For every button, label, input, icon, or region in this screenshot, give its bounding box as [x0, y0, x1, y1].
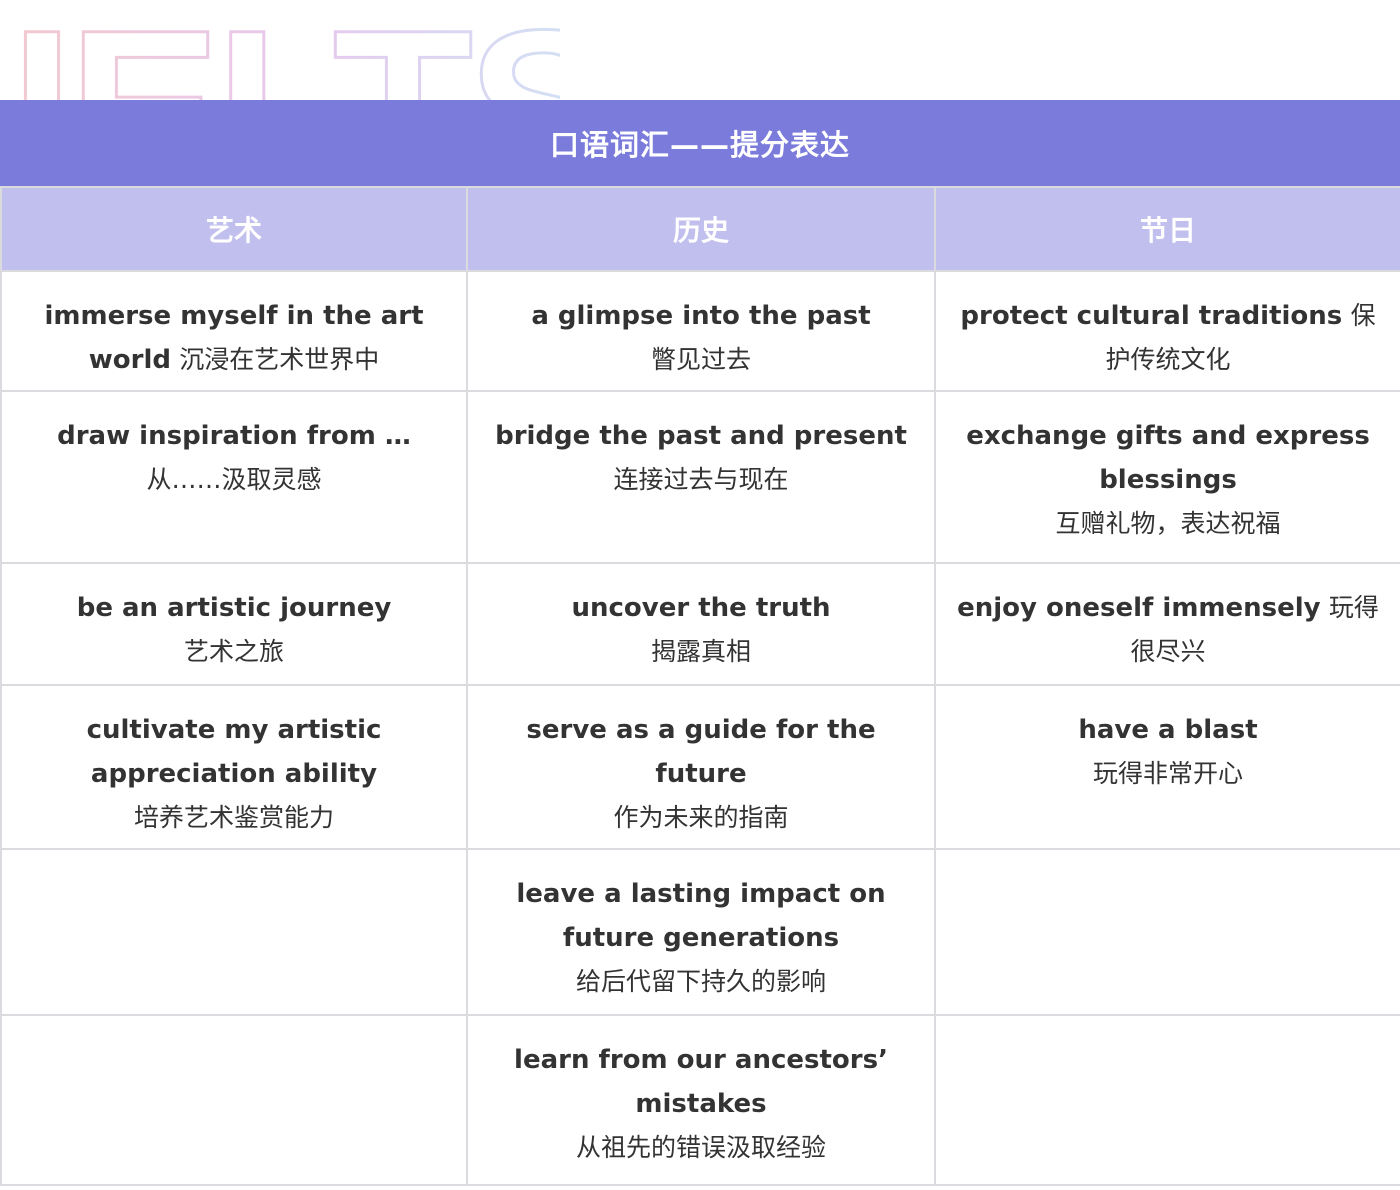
cell-history: a glimpse into the past 瞥见过去: [466, 270, 936, 392]
cell-festival: [934, 848, 1400, 1016]
header-row: 艺术 历史 节日: [0, 186, 1400, 272]
phrase-chinese: 沉浸在艺术世界中: [179, 345, 380, 374]
cell-art: immerse myself in the art world 沉浸在艺术世界中: [0, 270, 468, 392]
column-header-festival: 节日: [934, 186, 1400, 272]
cell-art: draw inspiration from … 从……汲取灵感: [0, 390, 468, 564]
cell-art: be an artistic journey 艺术之旅: [0, 562, 468, 686]
cell-history: leave a lasting impact on future generat…: [466, 848, 936, 1016]
phrase-chinese: 作为未来的指南: [613, 803, 789, 832]
phrase-english: enjoy oneself immensely: [957, 593, 1321, 623]
column-header-art: 艺术: [0, 186, 468, 272]
cell-festival: have a blast 玩得非常开心: [934, 684, 1400, 850]
phrase-english: learn from our ancestors’ mistakes: [514, 1045, 888, 1119]
phrase-english: draw inspiration from …: [57, 421, 411, 451]
phrase-chinese: 瞥见过去: [650, 345, 751, 374]
phrase-english: uncover the truth: [571, 593, 831, 623]
table-row: leave a lasting impact on future generat…: [0, 848, 1400, 1016]
table-row: be an artistic journey 艺术之旅 uncover the tr…: [0, 562, 1400, 686]
cell-festival: [934, 1014, 1400, 1186]
vocabulary-table: 艺术 历史 节日 immerse myself in the art world…: [0, 186, 1400, 1186]
phrase-chinese: 连接过去与现在: [613, 465, 789, 494]
phrase-english: leave a lasting impact on future generat…: [516, 879, 886, 953]
cell-festival: exchange gifts and express blessings 互赠礼物…: [934, 390, 1400, 564]
phrase-english: a glimpse into the past: [531, 301, 871, 331]
phrase-english: bridge the past and present: [495, 421, 907, 451]
ielts-watermark: IELTS: [0, 0, 1400, 100]
cell-festival: protect cultural traditions 保护传统文化: [934, 270, 1400, 392]
phrase-chinese: 从祖先的错误汲取经验: [575, 1133, 826, 1162]
column-header-history: 历史: [466, 186, 936, 272]
cell-art: [0, 1014, 468, 1186]
cell-festival: enjoy oneself immensely 玩得很尽兴: [934, 562, 1400, 686]
cell-history: serve as a guide for the future 作为未来的指南: [466, 684, 936, 850]
phrase-chinese: 给后代留下持久的影响: [575, 967, 826, 996]
watermark-text: IELTS: [10, 0, 560, 100]
title-bar: 口语词汇——提分表达: [0, 100, 1400, 186]
table-row: immerse myself in the art world 沉浸在艺术世界中…: [0, 270, 1400, 392]
phrase-chinese: 艺术之旅: [183, 637, 284, 666]
cell-history: uncover the truth 揭露真相: [466, 562, 936, 686]
phrase-english: serve as a guide for the future: [526, 715, 876, 789]
phrase-english: protect cultural traditions: [960, 301, 1343, 331]
phrase-chinese: 培养艺术鉴赏能力: [133, 803, 334, 832]
cell-art: cultivate my artistic appreciation abili…: [0, 684, 468, 850]
table-row: learn from our ancestors’ mistakes 从祖先的错误…: [0, 1014, 1400, 1186]
phrase-english: have a blast: [1078, 715, 1258, 745]
phrase-chinese: 揭露真相: [650, 637, 751, 666]
page-title: 口语词汇——提分表达: [549, 128, 850, 162]
cell-history: bridge the past and present 连接过去与现在: [466, 390, 936, 564]
phrase-chinese: 从……汲取灵感: [146, 465, 322, 494]
phrase-english: cultivate my artistic appreciation abili…: [86, 715, 382, 789]
cell-art: [0, 848, 468, 1016]
phrase-chinese: 互赠礼物，表达祝福: [1055, 509, 1281, 538]
phrase-english: be an artistic journey: [76, 593, 392, 623]
cell-history: learn from our ancestors’ mistakes 从祖先的错误…: [466, 1014, 936, 1186]
table-row: draw inspiration from … 从……汲取灵感 bridge the…: [0, 390, 1400, 564]
phrase-english: exchange gifts and express blessings: [966, 421, 1370, 495]
phrase-chinese: 玩得非常开心: [1092, 759, 1243, 788]
table-row: cultivate my artistic appreciation abili…: [0, 684, 1400, 850]
